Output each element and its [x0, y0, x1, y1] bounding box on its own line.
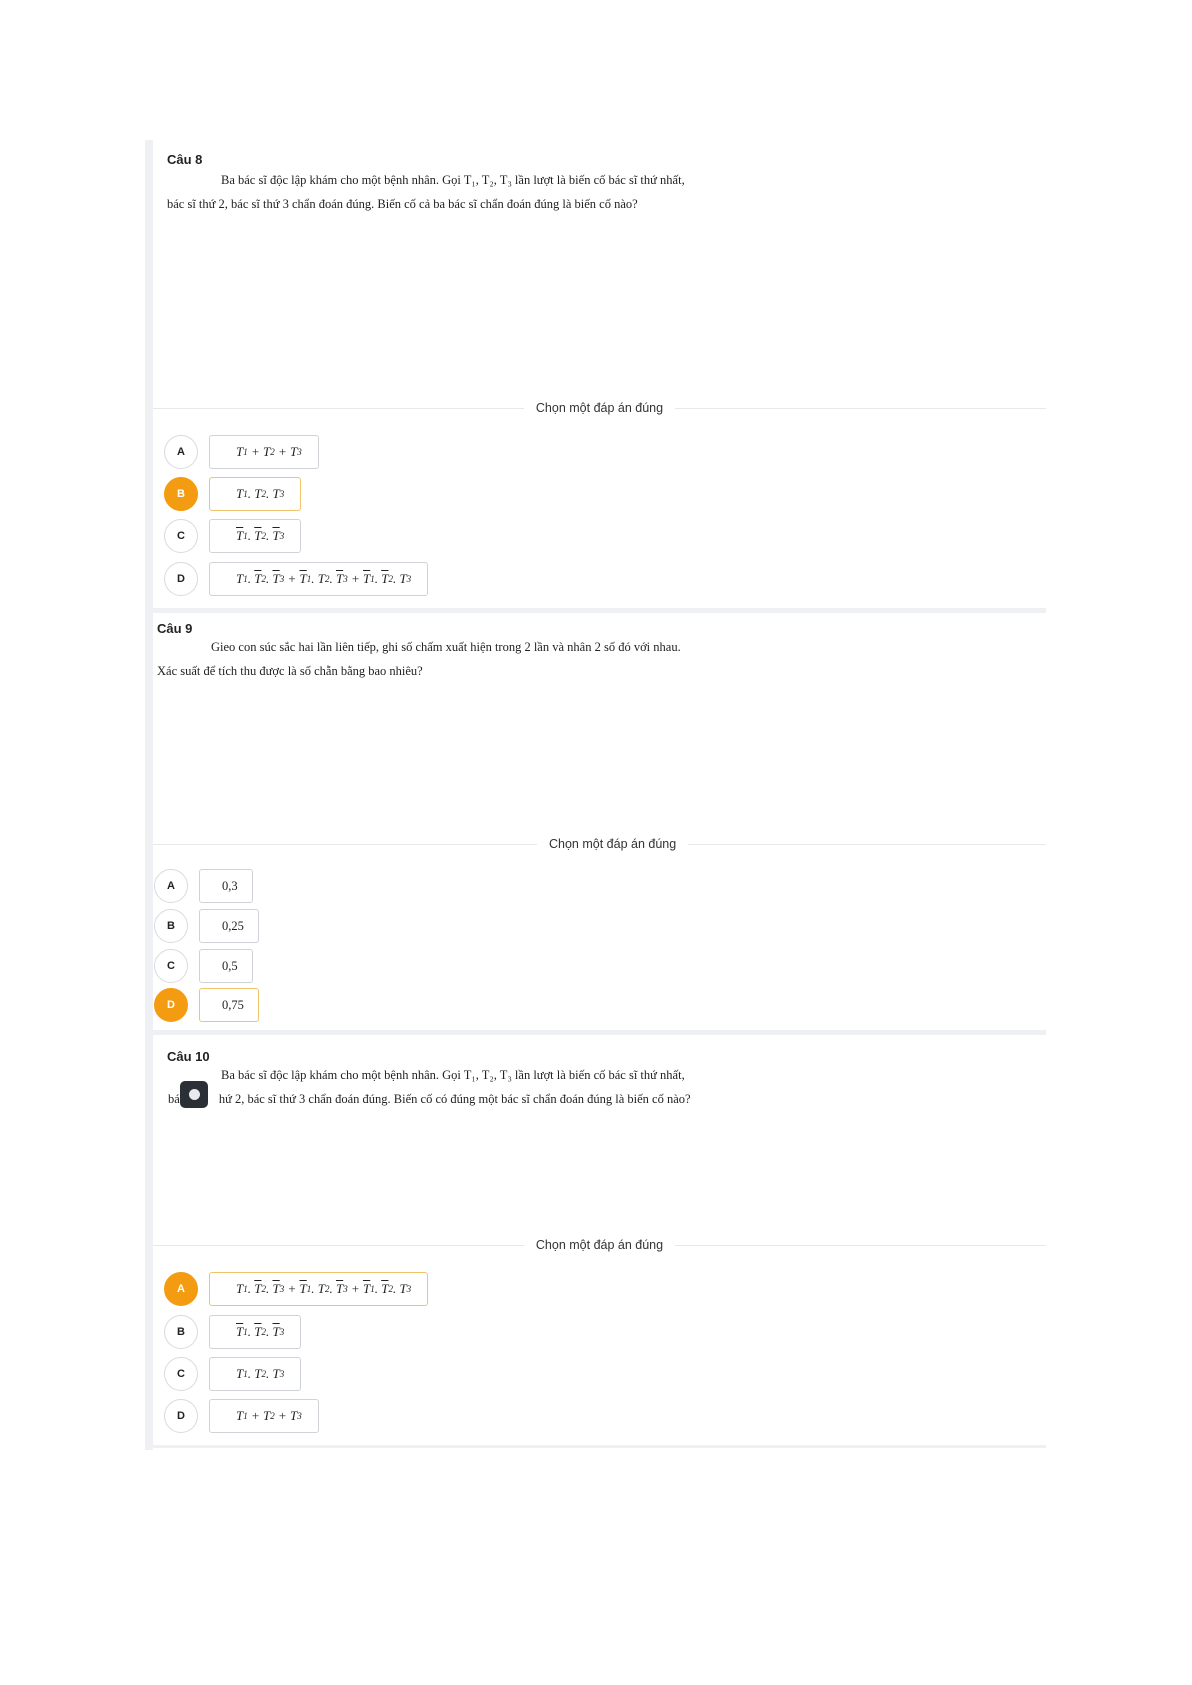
- option-letter[interactable]: B: [154, 909, 188, 943]
- option-answer[interactable]: T1. T2. T3: [209, 519, 302, 553]
- option-letter[interactable]: D: [154, 988, 188, 1022]
- divider: [675, 407, 1046, 409]
- option-a[interactable]: A T1 + T2 + T3: [164, 435, 319, 469]
- question-text-line-1: Ba bác sĩ độc lập khám cho một bệnh nhân…: [221, 1068, 685, 1082]
- option-a[interactable]: A T1. T2. T3 + T1. T2. T3 + T1. T2. T3: [164, 1272, 429, 1306]
- card-separator: [153, 1445, 1046, 1448]
- option-letter[interactable]: C: [164, 1357, 198, 1391]
- option-c[interactable]: C T1. T2. T3: [164, 519, 302, 553]
- option-answer[interactable]: T1 + T2 + T3: [209, 435, 319, 469]
- option-letter[interactable]: A: [164, 435, 198, 469]
- option-letter[interactable]: C: [154, 949, 188, 983]
- option-letter[interactable]: D: [164, 562, 198, 596]
- divider: [675, 1244, 1046, 1246]
- option-c[interactable]: C 0,5: [154, 949, 253, 983]
- option-answer[interactable]: T1. T2. T3 + T1. T2. T3 + T1. T2. T3: [209, 1272, 429, 1306]
- option-d[interactable]: D T1. T2. T3 + T1. T2. T3 + T1. T2. T3: [164, 562, 429, 596]
- answer-prompt: Chọn một đáp án đúng: [153, 398, 1046, 418]
- divider: [153, 843, 537, 845]
- option-b[interactable]: B T1. T2. T3: [164, 477, 302, 511]
- option-letter[interactable]: B: [164, 477, 198, 511]
- option-answer[interactable]: T1. T2. T3: [209, 1315, 302, 1349]
- option-answer[interactable]: T1 + T2 + T3: [209, 1399, 319, 1433]
- option-a[interactable]: A 0,3: [154, 869, 253, 903]
- option-answer[interactable]: T1. T2. T3: [209, 1357, 302, 1391]
- question-label: Câu 10: [167, 1049, 210, 1064]
- question-text-line-2: Xác suất để tích thu được là số chẵn bằn…: [157, 664, 423, 678]
- option-letter[interactable]: A: [164, 1272, 198, 1306]
- option-c[interactable]: C T1. T2. T3: [164, 1357, 302, 1391]
- option-answer[interactable]: 0,5: [199, 949, 253, 983]
- option-letter[interactable]: D: [164, 1399, 198, 1433]
- divider: [153, 1244, 524, 1246]
- question-label: Câu 8: [167, 152, 203, 167]
- option-b[interactable]: B T1. T2. T3: [164, 1315, 302, 1349]
- question-text-line-1: Ba bác sĩ độc lập khám cho một bệnh nhân…: [221, 173, 685, 187]
- question-text-line-2: bá hứ 2, bác sĩ thứ 3 chẩn đoán đúng. Biế…: [168, 1092, 691, 1106]
- option-answer[interactable]: T1. T2. T3 + T1. T2. T3 + T1. T2. T3: [209, 562, 429, 596]
- question-text-line-1: Gieo con súc sắc hai lần liên tiếp, ghi …: [211, 640, 681, 654]
- divider: [688, 843, 1046, 845]
- option-letter[interactable]: B: [164, 1315, 198, 1349]
- answer-prompt: Chọn một đáp án đúng: [153, 834, 1046, 854]
- question-label: Câu 9: [157, 621, 193, 636]
- option-answer[interactable]: 0,3: [199, 869, 253, 903]
- option-answer[interactable]: 0,25: [199, 909, 259, 943]
- question-text-line-2: bác sĩ thứ 2, bác sĩ thứ 3 chẩn đoán đún…: [167, 197, 638, 211]
- option-d[interactable]: D T1 + T2 + T3: [164, 1399, 319, 1433]
- option-answer[interactable]: T1. T2. T3: [209, 477, 302, 511]
- divider: [153, 407, 524, 409]
- option-letter[interactable]: A: [154, 869, 188, 903]
- page-left-rail: [145, 140, 153, 1450]
- answer-prompt: Chọn một đáp án đúng: [153, 1235, 1046, 1255]
- option-d[interactable]: D 0,75: [154, 988, 259, 1022]
- option-letter[interactable]: C: [164, 519, 198, 553]
- option-b[interactable]: B 0,25: [154, 909, 259, 943]
- option-answer[interactable]: 0,75: [199, 988, 259, 1022]
- brain-icon[interactable]: [180, 1081, 208, 1108]
